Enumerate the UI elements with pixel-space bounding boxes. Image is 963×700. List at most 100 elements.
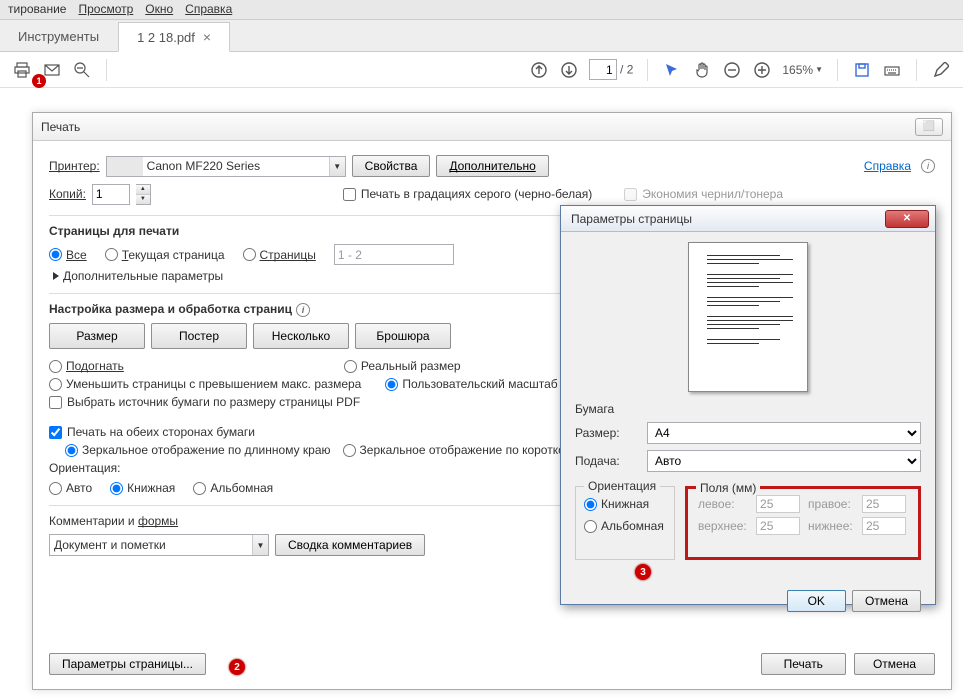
page-total: 2 <box>627 63 634 77</box>
top-input[interactable] <box>756 517 800 535</box>
pointer-icon[interactable] <box>662 60 682 80</box>
size-select[interactable]: A4 <box>647 422 921 444</box>
page-up-icon[interactable] <box>529 60 549 80</box>
advanced-button[interactable]: Дополнительно <box>436 155 548 177</box>
help-link[interactable]: Справка <box>864 159 911 173</box>
menu-window[interactable]: Окно <box>145 2 173 17</box>
page-setup-button[interactable]: Параметры страницы... <box>49 653 206 675</box>
orient-legend: Ориентация <box>584 479 660 493</box>
radio-pages[interactable] <box>243 248 256 261</box>
page-preview <box>688 242 808 392</box>
menu-edit[interactable]: тирование <box>8 2 66 17</box>
ps-title-text: Параметры страницы <box>571 212 692 226</box>
tab-tools[interactable]: Инструменты <box>0 21 118 51</box>
dialog-title: Печать <box>41 120 80 134</box>
maximize-icon[interactable]: ⬜ <box>915 118 943 136</box>
ps-cancel-button[interactable]: Отмена <box>852 590 921 612</box>
printer-value: Canon MF220 Series <box>143 159 329 173</box>
menu-help[interactable]: Справка <box>185 2 232 17</box>
radio-orient-auto[interactable] <box>49 482 62 495</box>
grayscale-label: Печать в градациях серого (черно-белая) <box>361 187 592 201</box>
printer-dropdown-icon[interactable]: ▼ <box>329 157 345 176</box>
copies-spinner[interactable]: ▲▼ <box>136 184 151 205</box>
source-label: Выбрать источник бумаги по размеру стран… <box>67 395 360 409</box>
radio-shrink[interactable] <box>49 378 62 391</box>
paper-group: Бумага <box>575 402 921 416</box>
printer-label: Принтер: <box>49 159 100 173</box>
copies-input[interactable] <box>92 184 130 205</box>
step-badge-3: 3 <box>635 564 651 580</box>
zoom-minus-icon[interactable] <box>722 60 742 80</box>
info-icon[interactable]: i <box>296 303 310 317</box>
zoom-out-icon[interactable] <box>72 60 92 80</box>
booklet-button[interactable]: Брошюра <box>355 323 451 349</box>
ps-radio-portrait[interactable] <box>584 498 597 511</box>
step-badge-1: 1 <box>32 74 46 88</box>
radio-orient-portrait[interactable] <box>110 482 123 495</box>
duplex-checkbox[interactable] <box>49 426 62 439</box>
size-button[interactable]: Размер <box>49 323 145 349</box>
left-input[interactable] <box>756 495 800 513</box>
zoom-level[interactable]: 165% ▼ <box>782 63 823 77</box>
zoom-plus-icon[interactable] <box>752 60 772 80</box>
edit-icon[interactable] <box>931 60 951 80</box>
feed-select[interactable]: Авто <box>647 450 921 472</box>
economy-label: Экономия чернил/тонера <box>642 187 783 201</box>
tab-tools-label: Инструменты <box>18 29 99 44</box>
economy-checkbox <box>624 188 637 201</box>
radio-custom[interactable] <box>385 378 398 391</box>
menubar: тирование Просмотр Окно Справка <box>0 0 963 20</box>
save-icon[interactable] <box>852 60 872 80</box>
bottom-input[interactable] <box>862 517 906 535</box>
page-down-icon[interactable] <box>559 60 579 80</box>
duplex-label: Печать на обеих сторонах бумаги <box>67 425 255 439</box>
properties-button[interactable]: Свойства <box>352 155 431 177</box>
ps-titlebar: Параметры страницы ✕ <box>561 206 935 232</box>
radio-orient-landscape[interactable] <box>193 482 206 495</box>
summary-button[interactable]: Сводка комментариев <box>275 534 425 556</box>
copies-label: Копий: <box>49 187 86 201</box>
tabbar: Инструменты 1 2 18.pdf × <box>0 20 963 52</box>
menu-view[interactable]: Просмотр <box>78 2 133 17</box>
top-label: верхнее: <box>698 519 750 533</box>
page-setup-dialog: Параметры страницы ✕ Бумага Размер: A4 П… <box>560 205 936 605</box>
source-checkbox[interactable] <box>49 396 62 409</box>
info-icon[interactable]: i <box>921 159 935 173</box>
feed-label: Подача: <box>575 454 647 468</box>
radio-current[interactable] <box>105 248 118 261</box>
print-button[interactable]: Печать <box>761 653 846 675</box>
margins-legend: Поля (мм) <box>696 481 760 495</box>
bottom-label: нижнее: <box>808 519 856 533</box>
dialog-titlebar: Печать ⬜ <box>33 113 951 141</box>
comments-value: Документ и пометки <box>50 538 252 552</box>
toolbar: 1 / 2 165% ▼ <box>0 52 963 88</box>
radio-flip-long[interactable] <box>65 444 78 457</box>
poster-button[interactable]: Постер <box>151 323 247 349</box>
left-label: левое: <box>698 497 750 511</box>
ps-radio-landscape[interactable] <box>584 520 597 533</box>
multi-button[interactable]: Несколько <box>253 323 349 349</box>
radio-fit[interactable] <box>49 360 62 373</box>
radio-actual[interactable] <box>344 360 357 373</box>
pages-input[interactable] <box>334 244 454 265</box>
page-current-input[interactable] <box>589 59 617 80</box>
right-input[interactable] <box>862 495 906 513</box>
close-icon[interactable]: ✕ <box>885 210 929 228</box>
step-badge-2: 2 <box>229 659 245 675</box>
print-icon[interactable] <box>12 60 32 80</box>
grayscale-checkbox[interactable] <box>343 188 356 201</box>
tab-file-label: 1 2 18.pdf <box>137 30 195 45</box>
orient-fieldset: Ориентация Книжная Альбомная <box>575 486 675 560</box>
cancel-button[interactable]: Отмена <box>854 653 935 675</box>
comments-dropdown-icon[interactable]: ▼ <box>252 535 268 555</box>
tab-file[interactable]: 1 2 18.pdf × <box>118 22 230 52</box>
right-label: правое: <box>808 497 856 511</box>
radio-flip-short[interactable] <box>343 444 356 457</box>
hand-icon[interactable] <box>692 60 712 80</box>
close-icon[interactable]: × <box>203 29 211 45</box>
radio-all[interactable] <box>49 248 62 261</box>
keyboard-icon[interactable] <box>882 60 902 80</box>
page-number: / 2 <box>589 59 634 80</box>
size-label: Размер: <box>575 426 647 440</box>
ok-button[interactable]: OK <box>787 590 846 612</box>
